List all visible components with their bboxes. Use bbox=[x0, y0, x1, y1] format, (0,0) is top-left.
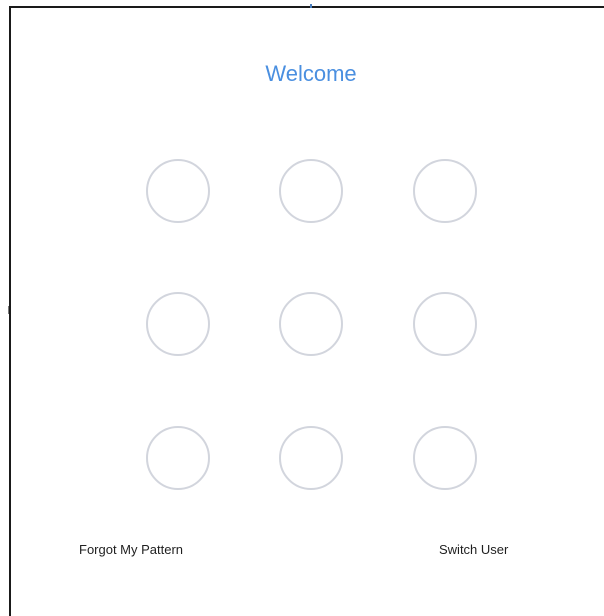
window-edge-marker bbox=[8, 306, 9, 314]
pattern-dot-4[interactable] bbox=[146, 292, 210, 356]
forgot-pattern-link[interactable]: Forgot My Pattern bbox=[79, 541, 183, 559]
pattern-dot-3[interactable] bbox=[413, 159, 477, 223]
pattern-dot-7[interactable] bbox=[146, 426, 210, 490]
window-edge-marker bbox=[310, 4, 312, 8]
pattern-dot-2[interactable] bbox=[279, 159, 343, 223]
pattern-dot-1[interactable] bbox=[146, 159, 210, 223]
pattern-dot-6[interactable] bbox=[413, 292, 477, 356]
pattern-dot-8[interactable] bbox=[279, 426, 343, 490]
welcome-title: Welcome bbox=[265, 61, 357, 86]
pattern-dot-5[interactable] bbox=[279, 292, 343, 356]
switch-user-link[interactable]: Switch User bbox=[439, 541, 508, 559]
pattern-dot-9[interactable] bbox=[413, 426, 477, 490]
